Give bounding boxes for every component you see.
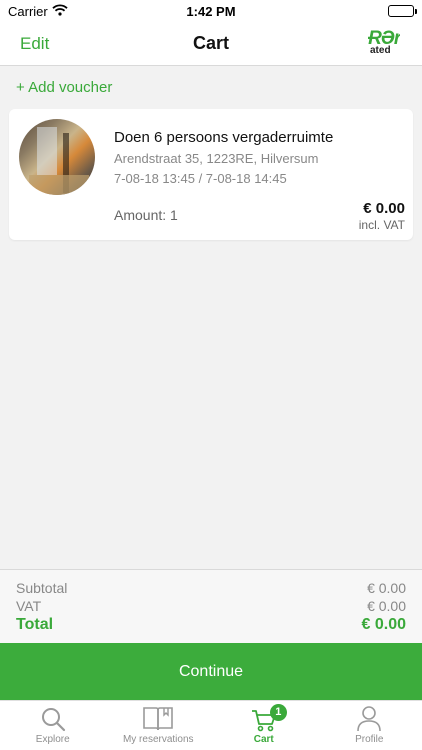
tab-label: My reservations [122, 734, 194, 745]
tab-label: Cart [253, 734, 274, 745]
room-address: Arendstraat 35, 1223RE, Hilversum [114, 151, 319, 166]
continue-button[interactable]: Continue [0, 643, 422, 700]
total-value: € 0.00 [361, 616, 406, 633]
vat-label: VAT [16, 598, 42, 614]
nav-bar: Edit Cart ɌƏr ated [0, 24, 422, 66]
total-label: Total [16, 616, 54, 633]
status-bar: Carrier 1:42 PM [0, 0, 422, 24]
subtotal-value: € 0.00 [367, 580, 406, 596]
add-voucher-link[interactable]: + Add voucher [16, 79, 112, 96]
cart-count-badge: 1 [269, 704, 287, 721]
item-amount: Amount: 1 [114, 207, 178, 223]
tab-cart[interactable]: 1 Cart [211, 701, 317, 750]
vat-note: incl. VAT [358, 218, 405, 232]
logo-text: ated [370, 45, 391, 56]
vat-value: € 0.00 [367, 598, 406, 614]
brand-logo: ɌƏr ated [368, 30, 400, 58]
search-icon [41, 708, 65, 732]
battery-icon [388, 5, 417, 17]
cart-item-card[interactable]: Doen 6 persoons vergaderruimte Arendstra… [9, 109, 413, 240]
total-row: Total € 0.00 [16, 616, 406, 634]
reservation-dates: 7-08-18 13:45 / 7-08-18 14:45 [114, 171, 287, 186]
person-icon [357, 706, 382, 732]
page-title: Cart [192, 33, 229, 53]
tab-bar: Explore My reservations 1 Cart Profile [0, 700, 422, 750]
clock: 1:42 PM [186, 4, 236, 19]
subtotal-row: Subtotal € 0.00 [16, 580, 406, 596]
vat-row: VAT € 0.00 [16, 598, 406, 614]
tab-label: Explore [35, 734, 70, 745]
tab-label: Profile [355, 734, 384, 745]
tab-profile[interactable]: Profile [317, 701, 422, 750]
tab-my-reservations[interactable]: My reservations [106, 701, 212, 750]
room-name: Doen 6 persoons vergaderruimte [114, 129, 334, 146]
book-icon [143, 707, 174, 731]
item-price: € 0.00 [363, 200, 405, 217]
room-photo [19, 119, 95, 195]
tab-explore[interactable]: Explore [0, 701, 106, 750]
totals-summary: Subtotal € 0.00 VAT € 0.00 Total € 0.00 [0, 569, 422, 643]
subtotal-label: Subtotal [16, 580, 68, 596]
